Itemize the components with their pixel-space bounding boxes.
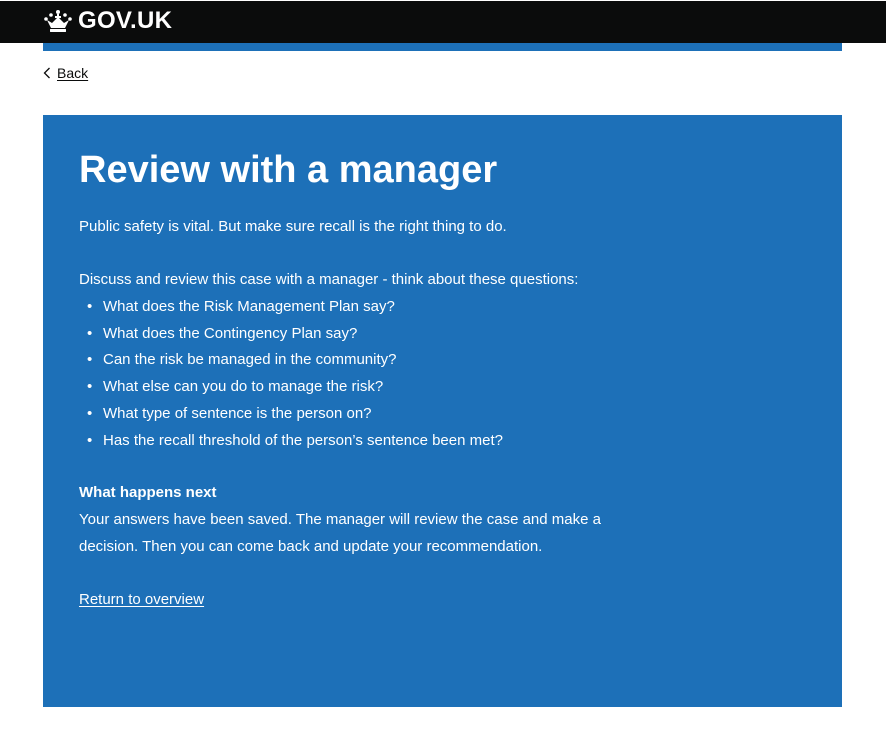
govuk-header: GOV.UK: [0, 1, 886, 43]
bullet: •: [87, 431, 93, 449]
bullet: •: [87, 351, 93, 369]
list-item: • What does the Contingency Plan say?: [87, 321, 503, 348]
list-item: • Has the recall threshold of the person’…: [87, 428, 503, 455]
intro-text: Public safety is vital. But make sure re…: [79, 218, 507, 235]
what-happens-next-heading: What happens next: [79, 484, 217, 501]
what-happens-next-text: Your answers have been saved. The manage…: [79, 511, 601, 555]
return-to-overview-link[interactable]: Return to overview: [79, 587, 204, 613]
back-link[interactable]: Back: [43, 63, 88, 83]
bullet: •: [87, 324, 93, 342]
crown-icon: [44, 10, 72, 32]
govuk-logo-link[interactable]: GOV.UK: [43, 8, 172, 34]
questions-list: • What does the Risk Management Plan say?…: [87, 294, 503, 454]
list-item: • What else can you do to manage the risk…: [87, 374, 503, 401]
page-title: Review with a manager: [79, 149, 498, 191]
header-underline: [43, 43, 842, 51]
bullet: •: [87, 404, 93, 422]
list-item: • Can the risk be managed in the communit…: [87, 347, 503, 374]
discuss-text: Discuss and review this case with a mana…: [79, 271, 579, 288]
list-item: • What type of sentence is the person on?: [87, 401, 503, 428]
review-panel: Review with a manager Public safety is v…: [43, 115, 842, 707]
bullet: •: [87, 378, 93, 396]
chevron-left-icon: [43, 67, 50, 79]
bullet: •: [87, 298, 93, 315]
logo-text: GOV.UK: [78, 7, 173, 34]
list-item: • What does the Risk Management Plan say?: [87, 294, 503, 321]
back-link-label: Back: [57, 65, 89, 81]
